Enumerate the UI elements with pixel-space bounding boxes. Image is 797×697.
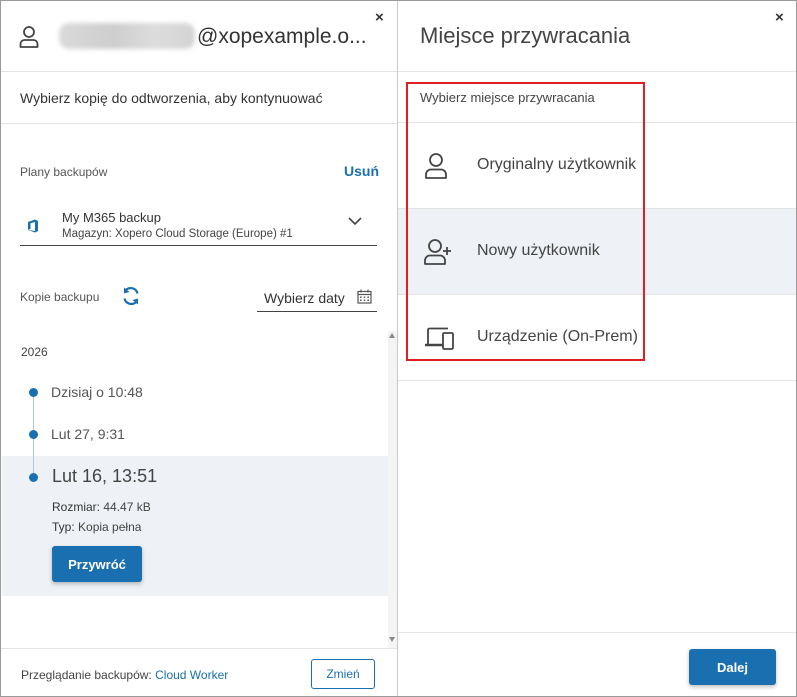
chevron-down-icon — [348, 217, 362, 226]
panel-title: Miejsce przywracania — [420, 23, 631, 48]
year-heading: 2026 — [21, 345, 48, 359]
plan-name: My M365 backup — [62, 210, 161, 225]
cloud-worker-link[interactable]: Cloud Worker — [155, 668, 228, 682]
restore-button[interactable]: Przywróć — [52, 546, 142, 582]
devices-icon — [425, 327, 454, 350]
timeline-dot — [29, 473, 38, 482]
backup-selection-panel: @xopexample.o... × Wybierz kopię do odtw… — [1, 1, 397, 696]
type-info: Typ: Kopia pełna — [52, 520, 141, 534]
type-key: Typ: — [52, 520, 75, 534]
instruction-text: Wybierz kopię do odtworzenia, aby kontyn… — [20, 90, 323, 106]
plan-storage: Magazyn: Xopero Cloud Storage (Europe) #… — [62, 228, 293, 240]
size-value: 44.47 kB — [103, 500, 151, 514]
browse-footer: Przeglądanie backupów: Cloud Worker Zmie… — [1, 648, 397, 696]
calendar-icon — [357, 289, 372, 304]
account-header: @xopexample.o... × — [1, 1, 397, 72]
size-key: Rozmiar: — [52, 500, 101, 514]
change-button[interactable]: Zmień — [311, 659, 375, 689]
next-button[interactable]: Dalej — [689, 649, 776, 685]
account-name-redacted — [59, 23, 195, 49]
date-picker[interactable]: Wybierz daty — [257, 282, 377, 312]
browse-label: Przeglądanie backupów: — [21, 668, 152, 682]
choose-destination-label: Wybierz miejsce przywracania — [420, 90, 595, 105]
user-icon — [19, 26, 39, 48]
option-label: Nowy użytkownik — [477, 242, 600, 259]
backup-plan-dropdown[interactable]: My M365 backup Magazyn: Xopero Cloud Sto… — [20, 203, 377, 246]
destination-footer: Dalej — [398, 632, 796, 696]
timeline-dot — [29, 430, 38, 439]
option-device-onprem[interactable]: Urządzenie (On-Prem) — [398, 295, 796, 381]
backup-entry[interactable]: Lut 27, 9:31 — [51, 426, 125, 442]
option-original-user[interactable]: Oryginalny użytkownik — [398, 123, 796, 209]
date-picker-label: Wybierz daty — [264, 290, 345, 306]
browse-info: Przeglądanie backupów: Cloud Worker — [21, 668, 228, 682]
option-label: Urządzenie (On-Prem) — [477, 328, 638, 345]
destination-header: Miejsce przywracania × — [398, 1, 796, 72]
backup-plans-label: Plany backupów — [20, 165, 108, 179]
office365-icon — [28, 219, 38, 233]
option-new-user[interactable]: Nowy użytkownik — [398, 209, 796, 295]
option-label: Oryginalny użytkownik — [477, 156, 637, 173]
type-value: Kopia pełna — [78, 520, 142, 534]
user-plus-icon — [424, 239, 451, 265]
backup-entry[interactable]: Dzisiaj o 10:48 — [51, 384, 143, 400]
size-info: Rozmiar: 44.47 kB — [52, 500, 151, 514]
scroll-up-arrow[interactable] — [389, 333, 395, 338]
refresh-icon[interactable] — [121, 286, 141, 306]
selected-backup-entry[interactable]: Lut 16, 13:51 Rozmiar: 44.47 kB Typ: Kop… — [2, 456, 388, 596]
close-icon[interactable]: × — [775, 10, 784, 25]
user-icon — [425, 153, 447, 179]
timeline-dot — [29, 388, 38, 397]
close-icon[interactable]: × — [375, 10, 384, 25]
scroll-down-arrow[interactable] — [389, 637, 395, 642]
scrollbar[interactable] — [388, 331, 397, 649]
instruction-bar: Wybierz kopię do odtworzenia, aby kontyn… — [1, 73, 397, 124]
restore-destination-panel: Miejsce przywracania × Wybierz miejsce p… — [398, 1, 796, 696]
selected-entry-label: Lut 16, 13:51 — [52, 466, 158, 486]
backup-copies-label: Kopie backupu — [20, 290, 100, 304]
account-email: @xopexample.o... — [197, 25, 367, 48]
remove-button[interactable]: Usuń — [344, 163, 379, 179]
